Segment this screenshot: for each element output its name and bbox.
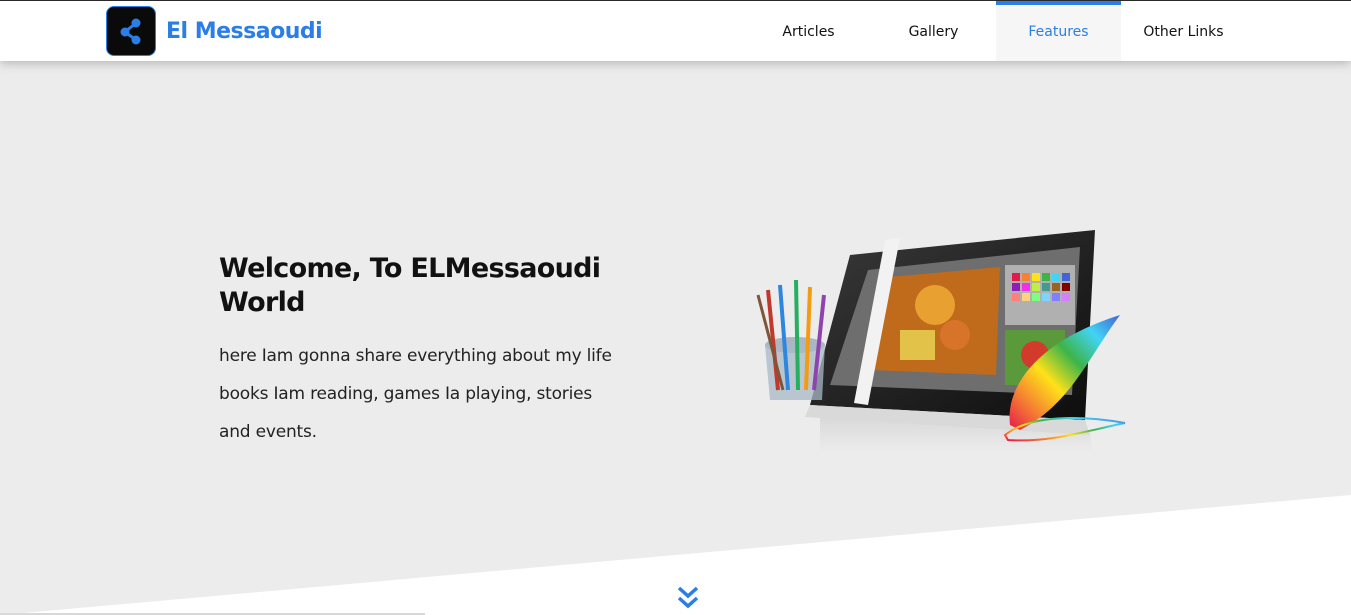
double-chevron-down-icon[interactable] xyxy=(676,585,700,611)
brand-name: El Messaoudi xyxy=(166,18,323,44)
hero-text: Welcome, To ELMessaoudi World here Iam g… xyxy=(219,252,619,451)
brand-logo-link[interactable]: El Messaoudi xyxy=(106,6,323,56)
share-nodes-icon xyxy=(106,6,156,56)
hero-title: Welcome, To ELMessaoudi World xyxy=(219,253,601,318)
nav-other-links[interactable]: Other Links xyxy=(1121,1,1246,61)
nav-gallery[interactable]: Gallery xyxy=(871,1,996,61)
hero-description: here Iam gonna share everything about my… xyxy=(219,346,612,442)
main-nav: Articles Gallery Features Other Links xyxy=(746,1,1246,61)
hero-laptop-image xyxy=(756,230,1126,452)
site-header: El Messaoudi Articles Gallery Features O… xyxy=(0,0,1351,61)
nav-articles[interactable]: Articles xyxy=(746,1,871,61)
nav-features[interactable]: Features xyxy=(996,1,1121,61)
